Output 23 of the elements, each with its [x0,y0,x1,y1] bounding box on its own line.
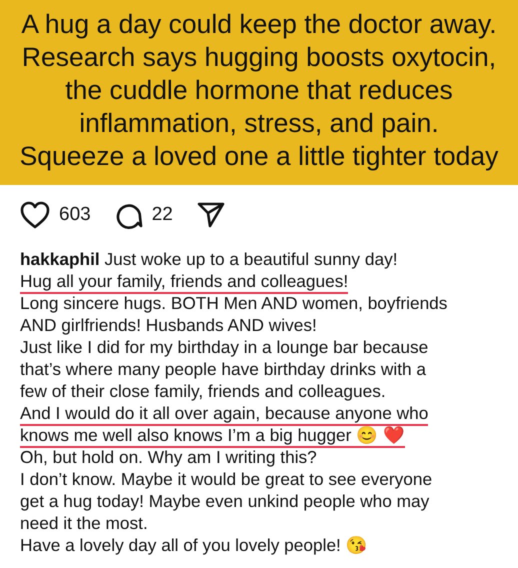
comment-count: 22 [152,204,173,226]
caption-line: need it the most. [20,513,148,534]
banner-text: Research says hugging boosts oxytocin, [20,41,498,74]
caption-line: And I would do it all over again, because anyone who [20,403,428,426]
like-count: 603 [59,204,91,226]
caption-line: I don’t know. Maybe it would be great to see everyone [20,469,432,490]
caption-line: that’s where many people have birthday drinks with a [20,359,426,380]
caption-line: few of their close family, friends and colleagues. [20,381,386,402]
banner-text: the cuddle hormone that reduces [64,74,454,107]
caption-line: get a hug today! Maybe even unkind people who may [20,491,430,512]
caption-line: hakkaphil Just woke up to a beautiful sunny day! [20,249,398,270]
caption-line: knows me well also knows I’m a big hugger 😊 ❤ [20,425,405,448]
banner-text: Squeeze a loved one a little tighter today [18,140,500,173]
caption-line: Oh, but hold on. Why am I writing this? [20,447,317,468]
caption-line: Just like I did for my birthday in a lounge bar because [20,337,428,358]
banner-text: inflammation, stress, and pain. [78,107,440,140]
caption-line: Long sincere hugs. BOTH Men AND women, boyfriends [20,293,448,314]
send-icon[interactable] [196,202,225,228]
caption-line: Have a lovely day all of you lovely people! 😘 [20,535,368,556]
banner-text: A hug a day could keep the doctor away. [20,8,498,41]
caption-line: AND girlfriends! Husbands AND wives! [20,315,317,336]
heart-icon[interactable] [20,201,50,229]
caption-line: Hug all your family, friends and colleagues! [20,271,348,294]
